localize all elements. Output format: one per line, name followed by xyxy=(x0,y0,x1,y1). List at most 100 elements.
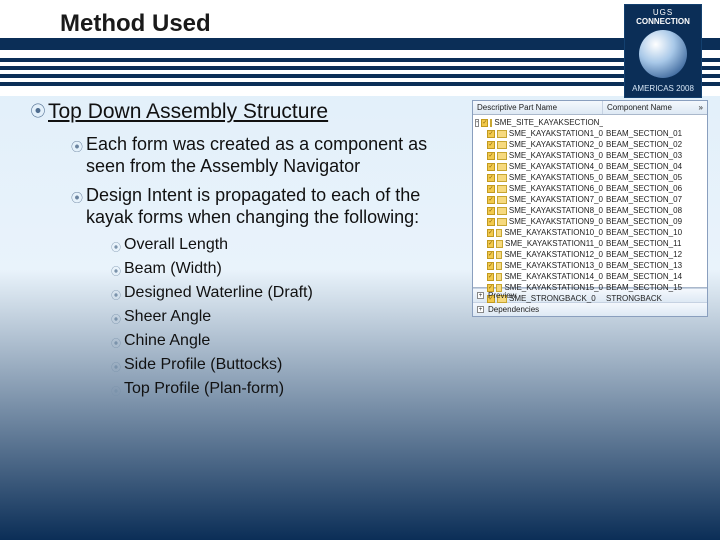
component-name-cell: BEAM_SECTION_09 xyxy=(603,217,707,226)
table-row[interactable]: ✓SME_KAYAKSTATION12_0BEAM_SECTION_12 xyxy=(473,249,707,260)
dependencies-tab[interactable]: + Dependencies xyxy=(473,302,707,316)
brand-connection: CONNECTION xyxy=(636,17,690,26)
part-name-cell: SME_KAYAKSTATION15_0 xyxy=(504,283,603,292)
part-icon xyxy=(497,185,507,193)
part-icon xyxy=(490,119,492,127)
bullet-level1: ⦿ Top Down Assembly Structure xyxy=(28,100,460,124)
bullet-level3: ⦿ Beam (Width) xyxy=(108,260,460,278)
check-icon: ✓ xyxy=(487,185,495,193)
part-icon xyxy=(496,262,502,270)
expand-icon: + xyxy=(477,292,484,299)
table-row[interactable]: ✓SME_KAYAKSTATION1_0BEAM_SECTION_01 xyxy=(473,128,707,139)
part-name-cell: SME_KAYAKSTATION10_0 xyxy=(504,228,603,237)
bullet-icon: ⦿ xyxy=(108,236,124,254)
globe-icon xyxy=(639,30,687,78)
bullet-icon: ⦿ xyxy=(68,185,86,206)
assembly-navigator-panel: Descriptive Part Name Component Name » -… xyxy=(472,100,708,317)
check-icon: ✓ xyxy=(487,163,495,171)
part-icon xyxy=(497,207,507,215)
bullet-icon: ⦿ xyxy=(108,308,124,326)
brand-edition: AMERICAS 2008 xyxy=(632,84,694,93)
component-name-cell: STRONGBACK xyxy=(603,294,707,303)
bullet-level3: ⦿ Overall Length xyxy=(108,236,460,254)
tree-toggle-icon[interactable]: - xyxy=(475,119,479,127)
check-icon: ✓ xyxy=(487,141,495,149)
part-icon xyxy=(497,152,507,160)
part-name-cell: SME_KAYAKSTATION1_0 xyxy=(509,129,603,138)
bullet-level3: ⦿ Designed Waterline (Draft) xyxy=(108,284,460,302)
part-name-cell: SME_KAYAKSTATION4_0 xyxy=(509,162,603,171)
part-name-cell: SME_KAYAKSTATION11_0 xyxy=(505,239,603,248)
column-header-descriptive-part-name[interactable]: Descriptive Part Name xyxy=(473,101,603,114)
table-row[interactable]: ✓SME_KAYAKSTATION13_0BEAM_SECTION_13 xyxy=(473,260,707,271)
table-row[interactable]: ✓ SME_KAYAKSTATION4_0BEAM_SECTION_04 xyxy=(473,161,707,172)
bullet-text: Chine Angle xyxy=(124,332,210,350)
table-row[interactable]: ✓SME_KAYAKSTATION8_0BEAM_SECTION_08 xyxy=(473,205,707,216)
table-row[interactable]: ✓ SME_KAYAKSTATION3_0BEAM_SECTION_03 xyxy=(473,150,707,161)
component-name-cell: BEAM_SECTION_04 xyxy=(603,162,707,171)
part-name-cell: SME_KAYAKSTATION7_0 xyxy=(509,195,603,204)
check-icon: ✓ xyxy=(487,273,494,281)
check-icon: ✓ xyxy=(487,174,495,182)
part-icon xyxy=(496,229,502,237)
component-name-cell: BEAM_SECTION_10 xyxy=(603,228,707,237)
bullet-icon: ⦿ xyxy=(28,100,48,121)
component-name-cell: BEAM_SECTION_03 xyxy=(603,151,707,160)
table-row[interactable]: ✓SME_KAYAKSTATION7_0BEAM_SECTION_07 xyxy=(473,194,707,205)
table-row[interactable]: ✓SME_KAYAKSTATION9_0BEAM_SECTION_09 xyxy=(473,216,707,227)
part-icon xyxy=(497,141,507,149)
part-name-cell: SME_KAYAKSTATION6_0 xyxy=(509,184,603,193)
part-name-cell: SME_KAYAKSTATION3_0 xyxy=(509,151,603,160)
table-row[interactable]: ✓ SME_KAYAKSTATION14_0BEAM_SECTION_14 xyxy=(473,271,707,282)
bullet-level3: ⦿ Chine Angle xyxy=(108,332,460,350)
component-name-cell: BEAM_SECTION_14 xyxy=(603,272,707,281)
component-name-cell: BEAM_SECTION_12 xyxy=(603,250,707,259)
part-icon xyxy=(497,174,507,182)
tab-label: Dependencies xyxy=(488,305,539,314)
bullet-level3: ⦿ Sheer Angle xyxy=(108,308,460,326)
component-name-cell: BEAM_SECTION_02 xyxy=(603,140,707,149)
part-name-cell: SME_KAYAKSTATION13_0 xyxy=(504,261,603,270)
part-name-cell: SME_SITE_KAYAKSECTION_0 xyxy=(494,118,603,127)
check-icon: ✓ xyxy=(487,207,495,215)
part-icon xyxy=(497,130,507,138)
part-icon xyxy=(496,240,503,248)
component-name-cell: BEAM_SECTION_11 xyxy=(603,239,707,248)
part-icon xyxy=(496,251,502,259)
table-row[interactable]: ✓ SME_KAYAKSTATION6_0BEAM_SECTION_06 xyxy=(473,183,707,194)
table-row[interactable]: ✓SME_KAYAKSTATION10_0BEAM_SECTION_10 xyxy=(473,227,707,238)
check-icon: ✓ xyxy=(487,152,495,160)
part-name-cell: SME_KAYAKSTATION5_0 xyxy=(509,173,603,182)
tab-label: Preview xyxy=(488,291,516,300)
table-row[interactable]: ✓SME_KAYAKSTATION11_0BEAM_SECTION_11 xyxy=(473,238,707,249)
column-header-component-name[interactable]: Component Name xyxy=(607,103,672,112)
bullet-icon: ⦿ xyxy=(108,356,124,374)
table-row[interactable]: -✓ SME_SITE_KAYAKSECTION_0 xyxy=(473,117,707,128)
brand-logo: UGS CONNECTION AMERICAS 2008 xyxy=(624,4,702,98)
column-more-icon[interactable]: » xyxy=(699,103,703,112)
part-name-cell: SME_KAYAKSTATION14_0 xyxy=(504,272,603,281)
bullet-text: Overall Length xyxy=(124,236,228,254)
bullet-level2: ⦿ Design Intent is propagated to each of… xyxy=(68,185,460,228)
bullet-level2: ⦿ Each form was created as a component a… xyxy=(68,134,460,177)
component-name-cell: BEAM_SECTION_06 xyxy=(603,184,707,193)
component-name-cell: BEAM_SECTION_05 xyxy=(603,173,707,182)
table-row[interactable]: ✓ SME_KAYAKSTATION5_0BEAM_SECTION_05 xyxy=(473,172,707,183)
bullet-text: Side Profile (Buttocks) xyxy=(124,356,282,374)
part-icon xyxy=(497,218,507,226)
bullet-text: Designed Waterline (Draft) xyxy=(124,284,313,302)
bullet-icon: ⦿ xyxy=(108,332,124,350)
part-icon xyxy=(497,196,507,204)
part-name-cell: SME_STRONGBACK_0 xyxy=(509,294,596,303)
table-row[interactable]: ✓SME_KAYAKSTATION2_0BEAM_SECTION_02 xyxy=(473,139,707,150)
bullet-icon: ⦿ xyxy=(108,284,124,302)
bullet-icon: ⦿ xyxy=(108,380,124,398)
component-name-cell: BEAM_SECTION_15 xyxy=(603,283,707,292)
check-icon: ✓ xyxy=(487,262,494,270)
bullet-icon: ⦿ xyxy=(68,134,86,155)
bullet-text: Top Profile (Plan-form) xyxy=(124,380,284,398)
check-icon: ✓ xyxy=(481,119,488,127)
check-icon: ✓ xyxy=(487,251,494,259)
expand-icon: + xyxy=(477,306,484,313)
bullet-text: Beam (Width) xyxy=(124,260,222,278)
